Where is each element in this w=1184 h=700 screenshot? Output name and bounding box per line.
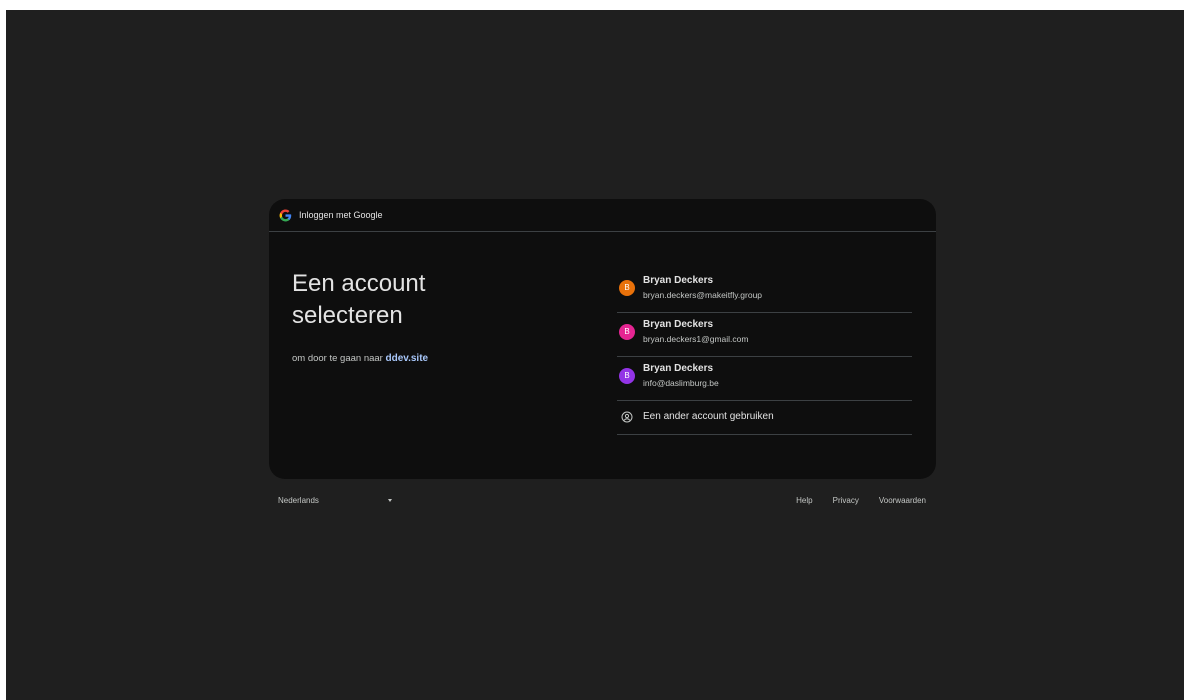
account-email: info@daslimburg.be xyxy=(643,378,719,388)
privacy-link[interactable]: Privacy xyxy=(833,495,859,507)
page-background: Inloggen met Google Een account selecter… xyxy=(6,10,1184,700)
footer: Nederlands Help Privacy Voorwaarden xyxy=(269,494,936,508)
header-title: Inloggen met Google xyxy=(299,210,383,220)
account-list: B Bryan Deckers bryan.deckers@makeitfly.… xyxy=(617,269,912,435)
language-label: Nederlands xyxy=(278,496,319,505)
account-item[interactable]: B Bryan Deckers bryan.deckers@makeitfly.… xyxy=(617,269,912,313)
language-select[interactable]: Nederlands xyxy=(278,494,392,508)
continue-to-text: om door te gaan naar ddev.site xyxy=(292,352,428,365)
account-item[interactable]: B Bryan Deckers info@daslimburg.be xyxy=(617,357,912,401)
account-email: bryan.deckers@makeitfly.group xyxy=(643,290,763,300)
continue-to-prefix: om door te gaan naar xyxy=(292,353,383,364)
account-email: bryan.deckers1@gmail.com xyxy=(643,334,749,344)
avatar: B xyxy=(619,280,635,296)
use-another-account-button[interactable]: Een ander account gebruiken xyxy=(617,401,912,435)
card-header: Inloggen met Google xyxy=(269,199,936,232)
google-logo-icon xyxy=(279,209,292,222)
account-circle-icon xyxy=(621,411,633,423)
account-name: Bryan Deckers xyxy=(643,363,714,374)
use-another-account-label: Een ander account gebruiken xyxy=(643,411,774,422)
account-name: Bryan Deckers xyxy=(643,275,714,286)
terms-link[interactable]: Voorwaarden xyxy=(879,495,926,507)
avatar: B xyxy=(619,368,635,384)
account-item[interactable]: B Bryan Deckers bryan.deckers1@gmail.com xyxy=(617,313,912,357)
page-title: Een account selecteren xyxy=(292,270,426,329)
caret-down-icon xyxy=(388,499,392,502)
help-link[interactable]: Help xyxy=(796,495,812,507)
site-link[interactable]: ddev.site xyxy=(385,353,428,364)
footer-links: Help Privacy Voorwaarden xyxy=(796,495,926,507)
account-chooser-card: Inloggen met Google Een account selecter… xyxy=(269,199,936,479)
avatar: B xyxy=(619,324,635,340)
account-name: Bryan Deckers xyxy=(643,319,714,330)
